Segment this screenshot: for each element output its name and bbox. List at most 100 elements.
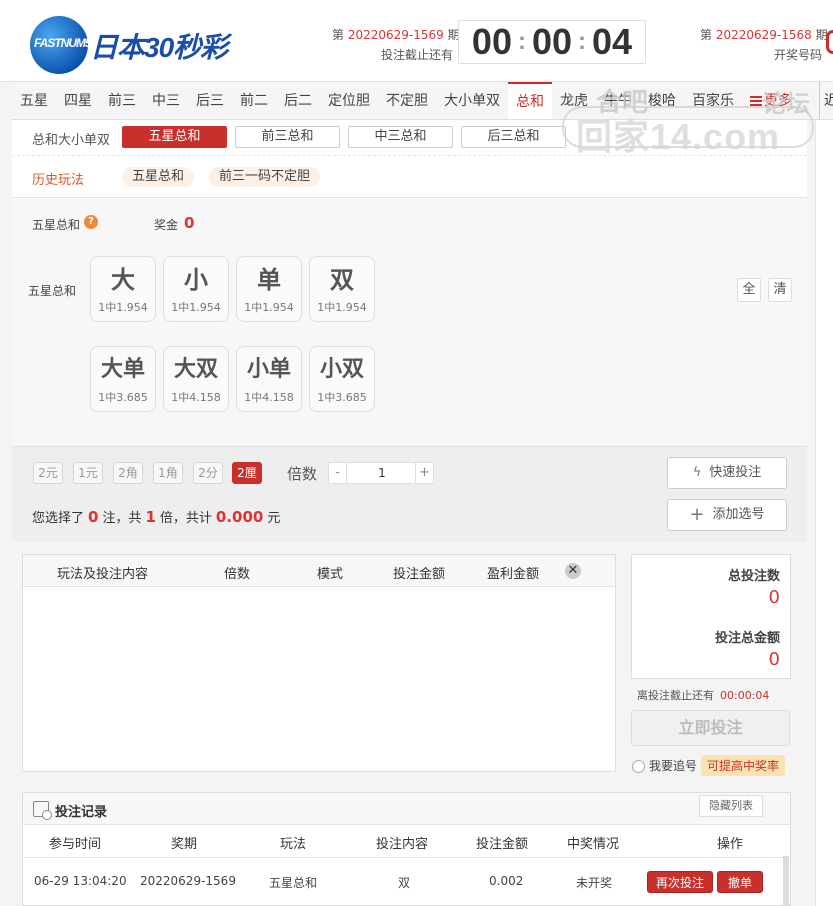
summary-bet-count: 0	[88, 508, 99, 526]
tab-14[interactable]: 百家乐	[684, 82, 742, 119]
tab-2[interactable]: 前三	[100, 82, 144, 119]
history-item[interactable]: 五星总和	[122, 167, 195, 187]
countdown-timer: 00 : 00 : 04	[458, 20, 646, 64]
total-amount-value: 0	[768, 649, 780, 670]
timer-separator: :	[517, 28, 526, 55]
total-bets-label: 总投注数	[727, 569, 780, 584]
bet-ball[interactable]: 单 1中1.954	[236, 256, 302, 322]
tab-4[interactable]: 后三	[188, 82, 232, 119]
multiplier-stepper: - 1 +	[328, 462, 434, 484]
tab-12[interactable]: 牛牛	[596, 82, 640, 119]
timer-separator: :	[578, 28, 587, 55]
history-label: 历史玩法	[32, 173, 85, 188]
history-item[interactable]: 前三一码不定胆	[209, 167, 321, 187]
chase-radio[interactable]	[632, 760, 645, 773]
ball-odds: 1中1.954	[244, 301, 294, 314]
plus-button[interactable]: +	[415, 463, 433, 483]
submit-bet-button[interactable]: 立即投注	[631, 710, 790, 746]
more-tab[interactable]: 更多	[742, 82, 800, 119]
bet-ball[interactable]: 大单 1中3.685	[90, 346, 156, 412]
logo: FASTNUM5 日本30秒彩	[28, 14, 268, 74]
bet-deadline-value: 00:00:04	[720, 689, 770, 702]
sub-group-label: 总和大小单双	[32, 133, 111, 148]
bet-area: 五星总和 ? 奖金 0 五星总和 大 1中1.954 小 1中1.954 单 1中1.95…	[12, 198, 807, 446]
tab-11[interactable]: 龙虎	[552, 82, 596, 119]
mode-option[interactable]: 2角	[113, 462, 143, 484]
chase-option[interactable]: 我要追号 可提高中奖率	[632, 755, 786, 776]
rec-col-time: 参与时间	[49, 837, 102, 852]
summary-multiplier: 1	[145, 508, 156, 526]
summary-text: 元	[267, 511, 281, 526]
draw-ball-edge	[826, 30, 833, 54]
total-amount-label: 投注总金额	[714, 631, 780, 646]
summary-amount: 0.000	[215, 508, 264, 526]
tab-9[interactable]: 大小单双	[436, 82, 508, 119]
prize-label: 奖金	[154, 218, 179, 232]
cancel-order-button[interactable]: 撤单	[717, 871, 763, 893]
prev-issue-number: 20220629-1568	[715, 28, 812, 42]
bet-ball[interactable]: 小单 1中4.158	[236, 346, 302, 412]
tab-0[interactable]: 五星	[12, 82, 56, 119]
total-bets-value: 0	[768, 587, 780, 608]
ball-label: 小单	[246, 357, 291, 382]
bet-ball[interactable]: 双 1中1.954	[309, 256, 375, 322]
bet-ball[interactable]: 大 1中1.954	[90, 256, 156, 322]
ball-odds: 1中4.158	[171, 391, 221, 404]
mode-option[interactable]: 2厘	[232, 462, 262, 484]
tab-3[interactable]: 中三	[144, 82, 188, 119]
prize-value: 0	[184, 214, 195, 232]
quick-bet-label: 快速投注	[709, 465, 762, 480]
prev-draw-label: 开奖号码	[774, 48, 823, 62]
tab-10[interactable]: 总和	[508, 82, 552, 119]
bet-deadline-label: 离投注截止还有	[637, 689, 714, 702]
ball-odds: 1中1.954	[317, 301, 367, 314]
tab-8[interactable]: 不定胆	[378, 82, 436, 119]
play-type-nav: 五星四星前三中三后三前二后二定位胆不定胆大小单双总和龙虎牛牛梭哈百家乐 更多 近	[12, 82, 833, 120]
bet-ball[interactable]: 小双 1中3.685	[309, 346, 375, 412]
ball-label: 双	[330, 266, 354, 294]
order-list: 玩法及投注内容 倍数 模式 投注金额 盈利金额 ✕	[22, 554, 616, 772]
mode-option[interactable]: 2分	[193, 462, 223, 484]
bet-title: 五星总和	[32, 218, 81, 232]
tab-5[interactable]: 前二	[232, 82, 276, 119]
rebet-button[interactable]: 再次投注	[647, 871, 713, 893]
select-all-button[interactable]: 全	[737, 278, 761, 302]
tab-1[interactable]: 四星	[56, 82, 100, 119]
add-selection-button[interactable]: + 添加选号	[667, 499, 787, 531]
ball-odds: 1中1.954	[98, 301, 148, 314]
multiplier-input[interactable]: 1	[347, 463, 417, 483]
close-icon[interactable]: ✕	[565, 563, 581, 579]
bet-ball[interactable]: 小 1中1.954	[163, 256, 229, 322]
ball-label: 大	[111, 266, 135, 294]
logo-ball: FASTNUM5	[30, 16, 92, 74]
mode-option[interactable]: 2元	[33, 462, 63, 484]
tab-7[interactable]: 定位胆	[320, 82, 378, 119]
mode-option[interactable]: 1元	[73, 462, 103, 484]
sub-tab-five-star-sum[interactable]: 五星总和	[122, 126, 227, 148]
multiplier-label: 倍数	[287, 465, 318, 483]
hide-list-button[interactable]: 隐藏列表	[699, 795, 763, 817]
quick-bet-button[interactable]: ϟ 快速投注	[667, 457, 787, 489]
sub-tab-middle-three-sum[interactable]: 中三总和	[348, 126, 453, 148]
table-row: 06-29 13:04:20 20220629-1569 五星总和 双 0.00…	[23, 857, 790, 905]
mode-option[interactable]: 1角	[153, 462, 183, 484]
minus-button[interactable]: -	[329, 463, 347, 483]
clear-button[interactable]: 清	[768, 278, 792, 302]
scrollbar[interactable]	[783, 856, 789, 906]
chase-label: 我要追号	[649, 759, 698, 773]
rec-issue: 20220629-1569	[140, 874, 236, 888]
tab-13[interactable]: 梭哈	[640, 82, 684, 119]
bet-ball[interactable]: 大双 1中4.158	[163, 346, 229, 412]
add-selection-label: 添加选号	[712, 507, 765, 522]
col-multiplier: 倍数	[224, 567, 251, 582]
ball-odds: 1中3.685	[98, 391, 148, 404]
plus-icon: +	[689, 504, 705, 525]
sub-tab-front-three-sum[interactable]: 前三总和	[235, 126, 340, 148]
sub-tab-back-three-sum[interactable]: 后三总和	[461, 126, 566, 148]
ball-label: 单	[257, 266, 281, 294]
logo-title: 日本30秒彩	[90, 32, 228, 63]
question-icon[interactable]: ?	[84, 215, 98, 229]
col-bet-amount: 投注金额	[393, 567, 446, 582]
tab-6[interactable]: 后二	[276, 82, 320, 119]
selection-summary: 您选择了 0 注，共 1 倍，共计 0.000 元	[32, 507, 280, 526]
